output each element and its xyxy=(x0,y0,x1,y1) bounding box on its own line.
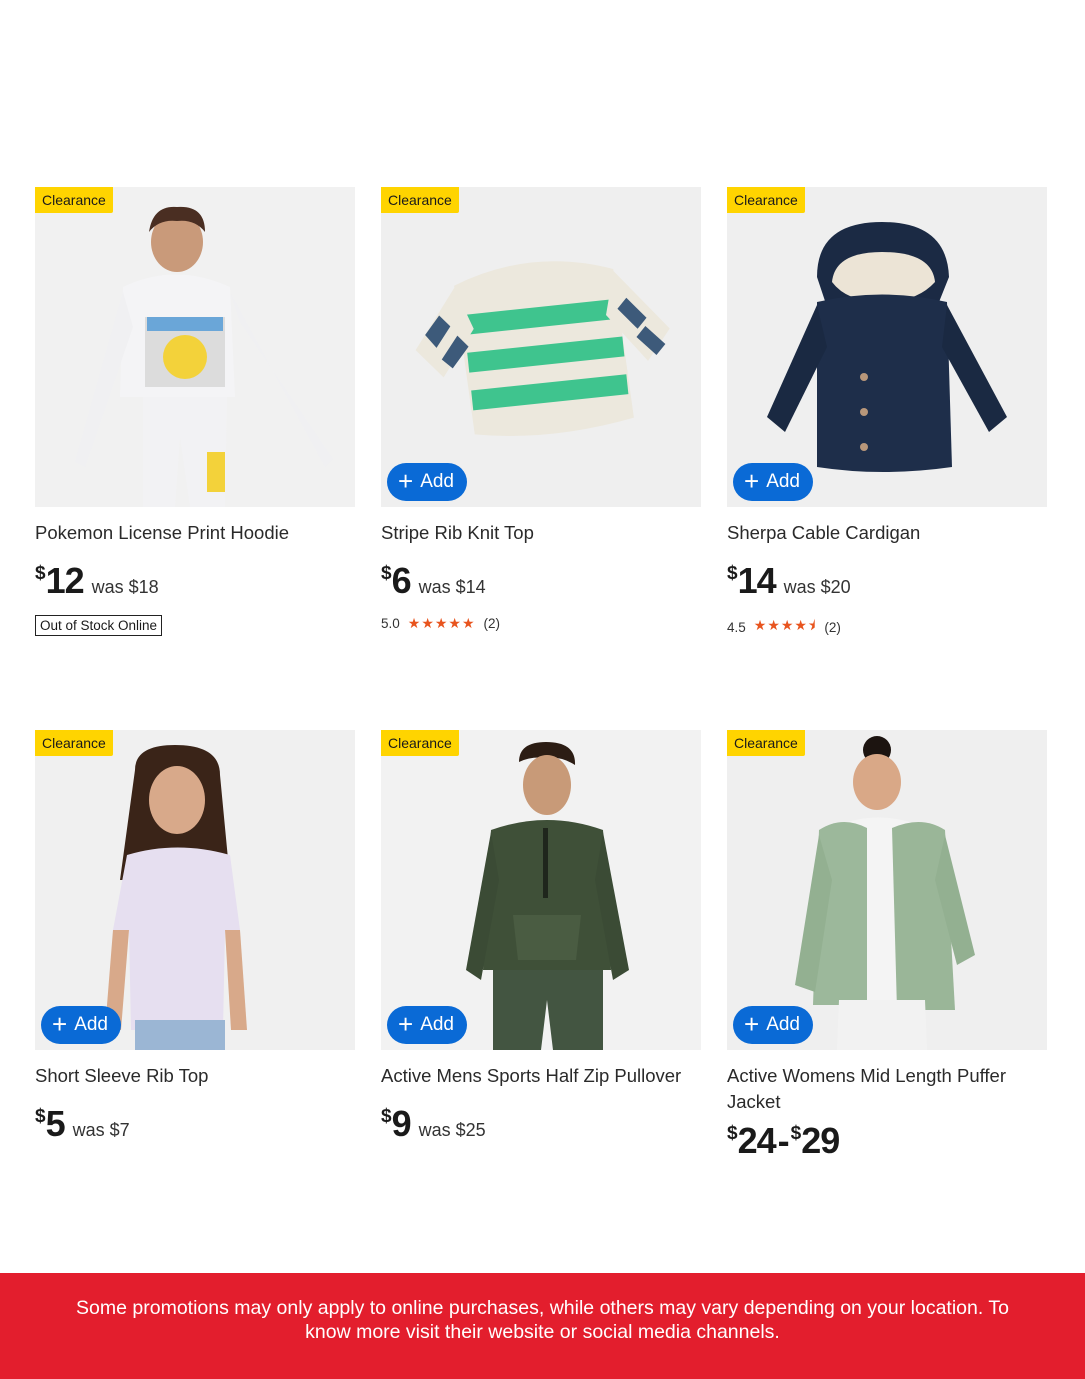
add-to-cart-button[interactable]: + Add xyxy=(387,1006,467,1044)
sale-price: 12 xyxy=(45,560,85,601)
price-row: $ 24 - $ 29 xyxy=(727,1121,1047,1161)
plus-icon: + xyxy=(744,1009,760,1039)
add-to-cart-button[interactable]: + Add xyxy=(387,463,467,501)
was-price: was $20 xyxy=(783,577,851,597)
currency-symbol: $ xyxy=(35,1106,46,1127)
product-card-sherpa-cardigan[interactable]: Clearance + Add Sherpa Cable Cardigan $ … xyxy=(727,187,1047,639)
product-card-short-sleeve-top[interactable]: Clearance + Add Short Sleeve Rib Top $ 5… xyxy=(35,730,355,1144)
add-to-cart-button[interactable]: + Add xyxy=(733,1006,813,1044)
add-button-label: Add xyxy=(74,1014,108,1035)
striped-sweater-image xyxy=(381,187,701,507)
scroll-clip-area xyxy=(0,1163,1085,1273)
star-rating-icon: ★★★★⯨ xyxy=(753,617,817,633)
add-button-label: Add xyxy=(766,471,800,492)
clearance-badge: Clearance xyxy=(381,187,459,213)
clearance-badge: Clearance xyxy=(727,187,805,213)
rating-value: 5.0 xyxy=(381,616,400,631)
product-title[interactable]: Short Sleeve Rib Top xyxy=(35,1063,355,1089)
add-button-label: Add xyxy=(420,471,454,492)
add-to-cart-button[interactable]: + Add xyxy=(733,463,813,501)
was-price: was $14 xyxy=(418,577,486,597)
product-image[interactable]: Clearance xyxy=(35,187,355,507)
sale-price: 9 xyxy=(391,1103,412,1144)
currency-symbol: $ xyxy=(381,1106,392,1127)
review-count: (2) xyxy=(483,616,501,631)
currency-symbol: $ xyxy=(790,1123,802,1144)
price-range-dash: - xyxy=(777,1120,790,1161)
promotions-disclaimer-banner: Some promotions may only apply to online… xyxy=(0,1273,1085,1379)
price-low: 24 xyxy=(737,1120,777,1161)
navy-cardigan-image xyxy=(727,187,1047,507)
product-image[interactable]: Clearance + Add xyxy=(727,730,1047,1050)
was-price: was $25 xyxy=(418,1120,486,1140)
product-title[interactable]: Sherpa Cable Cardigan xyxy=(727,520,1047,546)
product-title[interactable]: Active Womens Mid Length Puffer Jacket xyxy=(727,1063,1047,1115)
clearance-badge: Clearance xyxy=(381,730,459,756)
sale-price: 14 xyxy=(737,560,777,601)
girl-tee-image xyxy=(35,730,355,1050)
plus-icon: + xyxy=(398,466,414,496)
sale-price: 6 xyxy=(391,560,412,601)
plus-icon: + xyxy=(398,1009,414,1039)
was-price: was $7 xyxy=(72,1120,130,1140)
plus-icon: + xyxy=(744,466,760,496)
product-card-puffer-jacket[interactable]: Clearance + Add Active Womens Mid Length… xyxy=(727,730,1047,1161)
price-row: $ 14 was $20 xyxy=(727,561,1047,601)
banner-text: Some promotions may only apply to online… xyxy=(76,1297,1009,1343)
currency-symbol: $ xyxy=(727,1123,738,1144)
was-price: was $18 xyxy=(91,577,159,597)
price-row: $ 9 was $25 xyxy=(381,1104,701,1144)
rating-value: 4.5 xyxy=(727,619,746,635)
rating-row[interactable]: 4.5 ★★★★⯨ (2) xyxy=(727,615,1047,639)
price-row: $ 5 was $7 xyxy=(35,1104,355,1144)
sale-price: 5 xyxy=(45,1103,66,1144)
price-high: 29 xyxy=(801,1120,840,1161)
clearance-badge: Clearance xyxy=(35,187,113,213)
currency-symbol: $ xyxy=(35,563,46,584)
product-card-stripe-knit[interactable]: Clearance + Add Stripe Rib Knit Top $ 6 … xyxy=(381,187,701,632)
product-card-half-zip-pullover[interactable]: Clearance + Add Active Mens Sports Half … xyxy=(381,730,701,1144)
add-button-label: Add xyxy=(766,1014,800,1035)
star-rating-icon: ★★★★★ xyxy=(407,615,476,631)
product-image[interactable]: Clearance + Add xyxy=(381,187,701,507)
price-row: $ 6 was $14 xyxy=(381,561,701,601)
stock-status-badge: Out of Stock Online xyxy=(35,615,163,636)
add-to-cart-button[interactable]: + Add xyxy=(41,1006,121,1044)
clearance-badge: Clearance xyxy=(35,730,113,756)
product-image[interactable]: Clearance + Add xyxy=(35,730,355,1050)
product-title[interactable]: Active Mens Sports Half Zip Pullover xyxy=(381,1063,701,1089)
rating-row[interactable]: 5.0 ★★★★★ (2) xyxy=(381,615,701,632)
product-title[interactable]: Stripe Rib Knit Top xyxy=(381,520,701,546)
boy-hoodie-image xyxy=(35,187,355,507)
price-row: $ 12 was $18 xyxy=(35,561,355,601)
clearance-badge: Clearance xyxy=(727,730,805,756)
man-pullover-image xyxy=(381,730,701,1050)
product-card-pokemon-hoodie[interactable]: Clearance Pokemon License Print Hoodie $… xyxy=(35,187,355,636)
currency-symbol: $ xyxy=(727,563,738,584)
product-image[interactable]: Clearance + Add xyxy=(381,730,701,1050)
product-image[interactable]: Clearance + Add xyxy=(727,187,1047,507)
currency-symbol: $ xyxy=(381,563,392,584)
review-count: (2) xyxy=(824,619,841,635)
woman-puffer-image xyxy=(727,730,1047,1050)
product-title[interactable]: Pokemon License Print Hoodie xyxy=(35,520,355,546)
add-button-label: Add xyxy=(420,1014,454,1035)
plus-icon: + xyxy=(52,1009,68,1039)
